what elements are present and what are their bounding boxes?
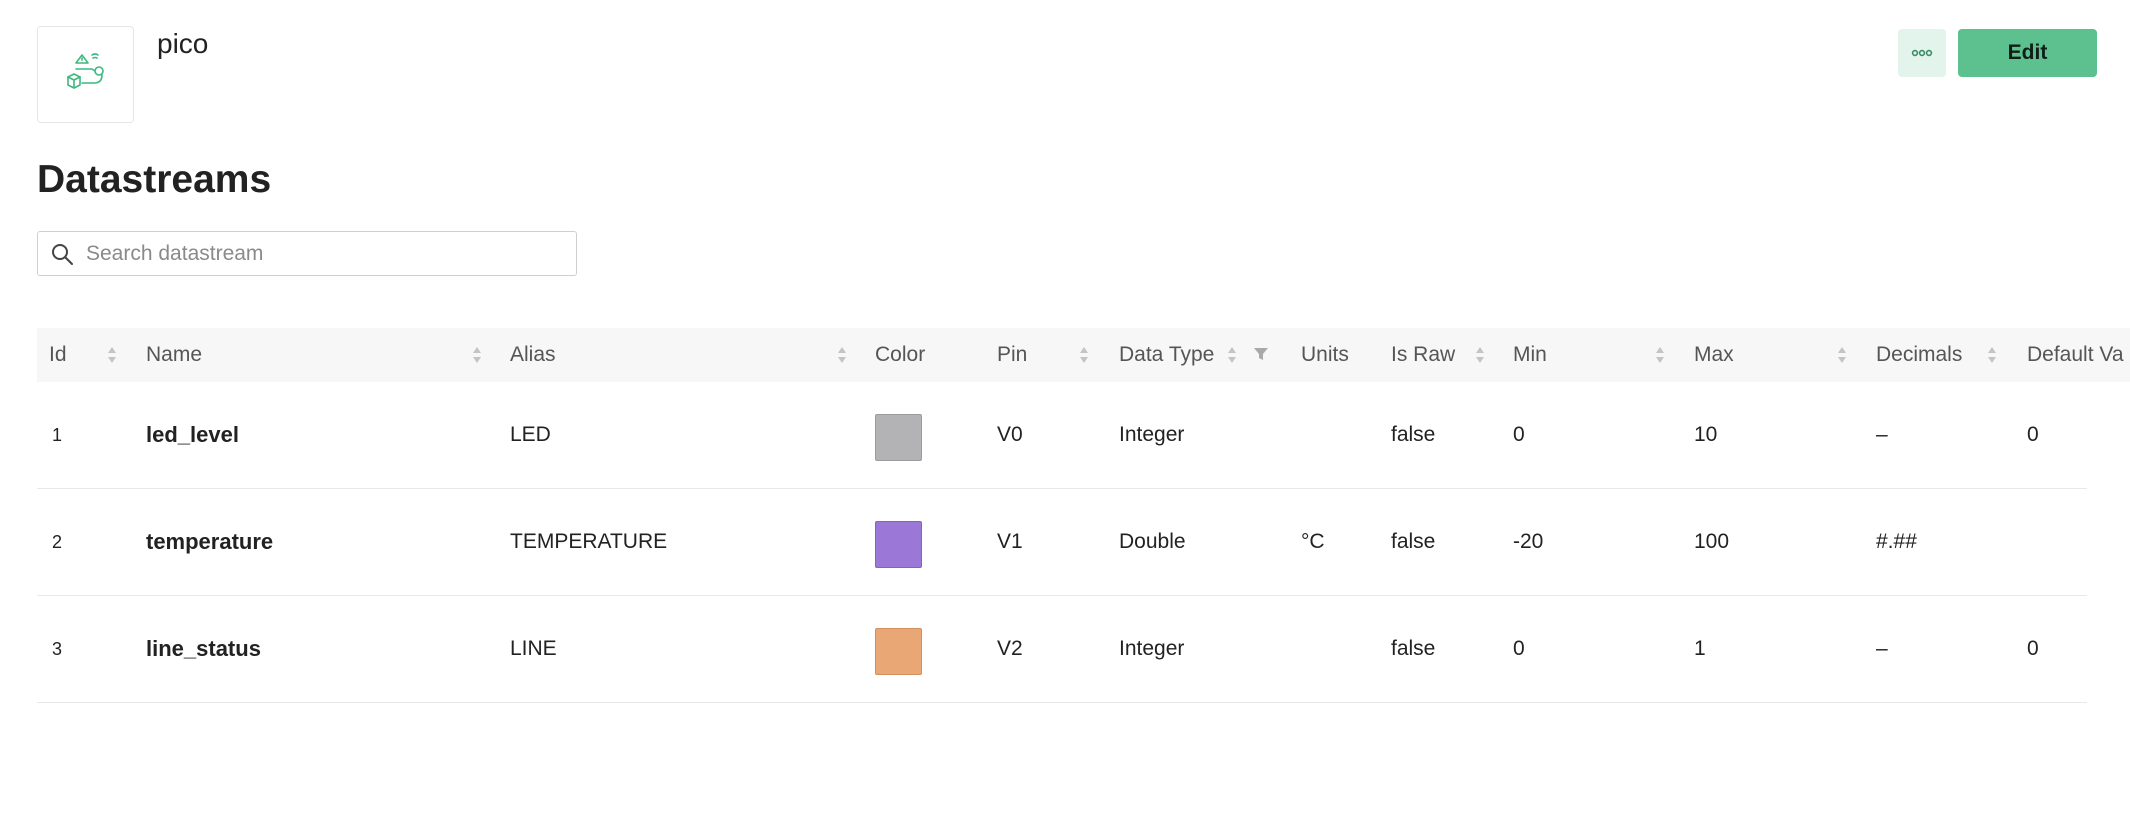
template-logo xyxy=(37,26,134,123)
color-swatch xyxy=(875,521,922,568)
sort-icon[interactable] xyxy=(107,346,117,364)
column-header-decimals[interactable]: Decimals xyxy=(1876,328,1962,382)
search-input[interactable] xyxy=(86,232,566,275)
cell-decimals: – xyxy=(1876,637,1888,660)
cell-alias: LINE xyxy=(510,637,557,660)
cell-min: 0 xyxy=(1513,423,1525,446)
color-swatch xyxy=(875,414,922,461)
cell-id: 3 xyxy=(52,639,63,659)
table-row[interactable]: 1 led_level LED V0 Integer false 0 10 – … xyxy=(37,382,2087,489)
cell-default-value: 0 xyxy=(2027,423,2039,446)
sort-icon[interactable] xyxy=(1837,346,1847,364)
column-header-data-type[interactable]: Data Type xyxy=(1119,328,1214,382)
color-swatch xyxy=(875,628,922,675)
column-header-is-raw[interactable]: Is Raw xyxy=(1391,328,1455,382)
cell-min: -20 xyxy=(1513,530,1544,553)
cell-name[interactable]: temperature xyxy=(146,489,273,595)
column-header-color: Color xyxy=(875,343,926,366)
cell-pin: V1 xyxy=(997,530,1023,553)
filter-icon[interactable] xyxy=(1253,346,1269,362)
more-options-icon xyxy=(1911,49,1933,57)
cell-is-raw: false xyxy=(1391,530,1436,553)
template-header: pico Edit xyxy=(0,0,2130,140)
sort-icon[interactable] xyxy=(1475,346,1485,364)
sort-icon[interactable] xyxy=(1079,346,1089,364)
sort-icon[interactable] xyxy=(1655,346,1665,364)
cell-data-type: Integer xyxy=(1119,423,1185,446)
edit-button[interactable]: Edit xyxy=(1958,29,2097,77)
cell-max: 1 xyxy=(1694,637,1706,660)
search-box[interactable] xyxy=(37,231,577,276)
table-row[interactable]: 2 temperature TEMPERATURE V1 Double °C f… xyxy=(37,489,2087,596)
cell-units: °C xyxy=(1301,530,1325,553)
cell-data-type: Double xyxy=(1119,530,1186,553)
column-header-default-value: Default Va xyxy=(2027,343,2124,366)
cell-decimals: #.## xyxy=(1876,530,1917,553)
column-header-name[interactable]: Name xyxy=(146,328,202,382)
cell-id: 2 xyxy=(52,532,63,552)
table-header: Id Name Alias Color Pin Data Type Units … xyxy=(37,328,2130,382)
device-template-icon xyxy=(66,52,104,89)
cell-name[interactable]: line_status xyxy=(146,596,261,702)
column-header-units: Units xyxy=(1301,343,1349,366)
column-header-min[interactable]: Min xyxy=(1513,328,1547,382)
sort-icon[interactable] xyxy=(1227,346,1237,364)
page-title: Datastreams xyxy=(37,158,272,201)
cell-min: 0 xyxy=(1513,637,1525,660)
cell-pin: V2 xyxy=(997,637,1023,660)
more-options-button[interactable] xyxy=(1898,29,1946,77)
cell-id: 1 xyxy=(52,425,63,445)
template-name: pico xyxy=(157,28,209,59)
column-header-alias[interactable]: Alias xyxy=(510,328,556,382)
search-icon xyxy=(52,244,73,265)
cell-max: 100 xyxy=(1694,530,1730,553)
column-header-id[interactable]: Id xyxy=(49,328,67,382)
cell-pin: V0 xyxy=(997,423,1023,446)
column-header-max[interactable]: Max xyxy=(1694,328,1734,382)
sort-icon[interactable] xyxy=(472,346,482,364)
column-header-pin[interactable]: Pin xyxy=(997,328,1027,382)
sort-icon[interactable] xyxy=(837,346,847,364)
cell-data-type: Integer xyxy=(1119,637,1185,660)
cell-name[interactable]: led_level xyxy=(146,382,239,488)
cell-alias: LED xyxy=(510,423,551,446)
cell-decimals: – xyxy=(1876,423,1888,446)
cell-max: 10 xyxy=(1694,423,1718,446)
cell-is-raw: false xyxy=(1391,423,1436,446)
datastreams-table: Id Name Alias Color Pin Data Type Units … xyxy=(37,328,2130,703)
sort-icon[interactable] xyxy=(1987,346,1997,364)
table-row[interactable]: 3 line_status LINE V2 Integer false 0 1 … xyxy=(37,596,2087,703)
cell-default-value: 0 xyxy=(2027,637,2039,660)
cell-is-raw: false xyxy=(1391,637,1436,660)
cell-alias: TEMPERATURE xyxy=(510,530,668,553)
